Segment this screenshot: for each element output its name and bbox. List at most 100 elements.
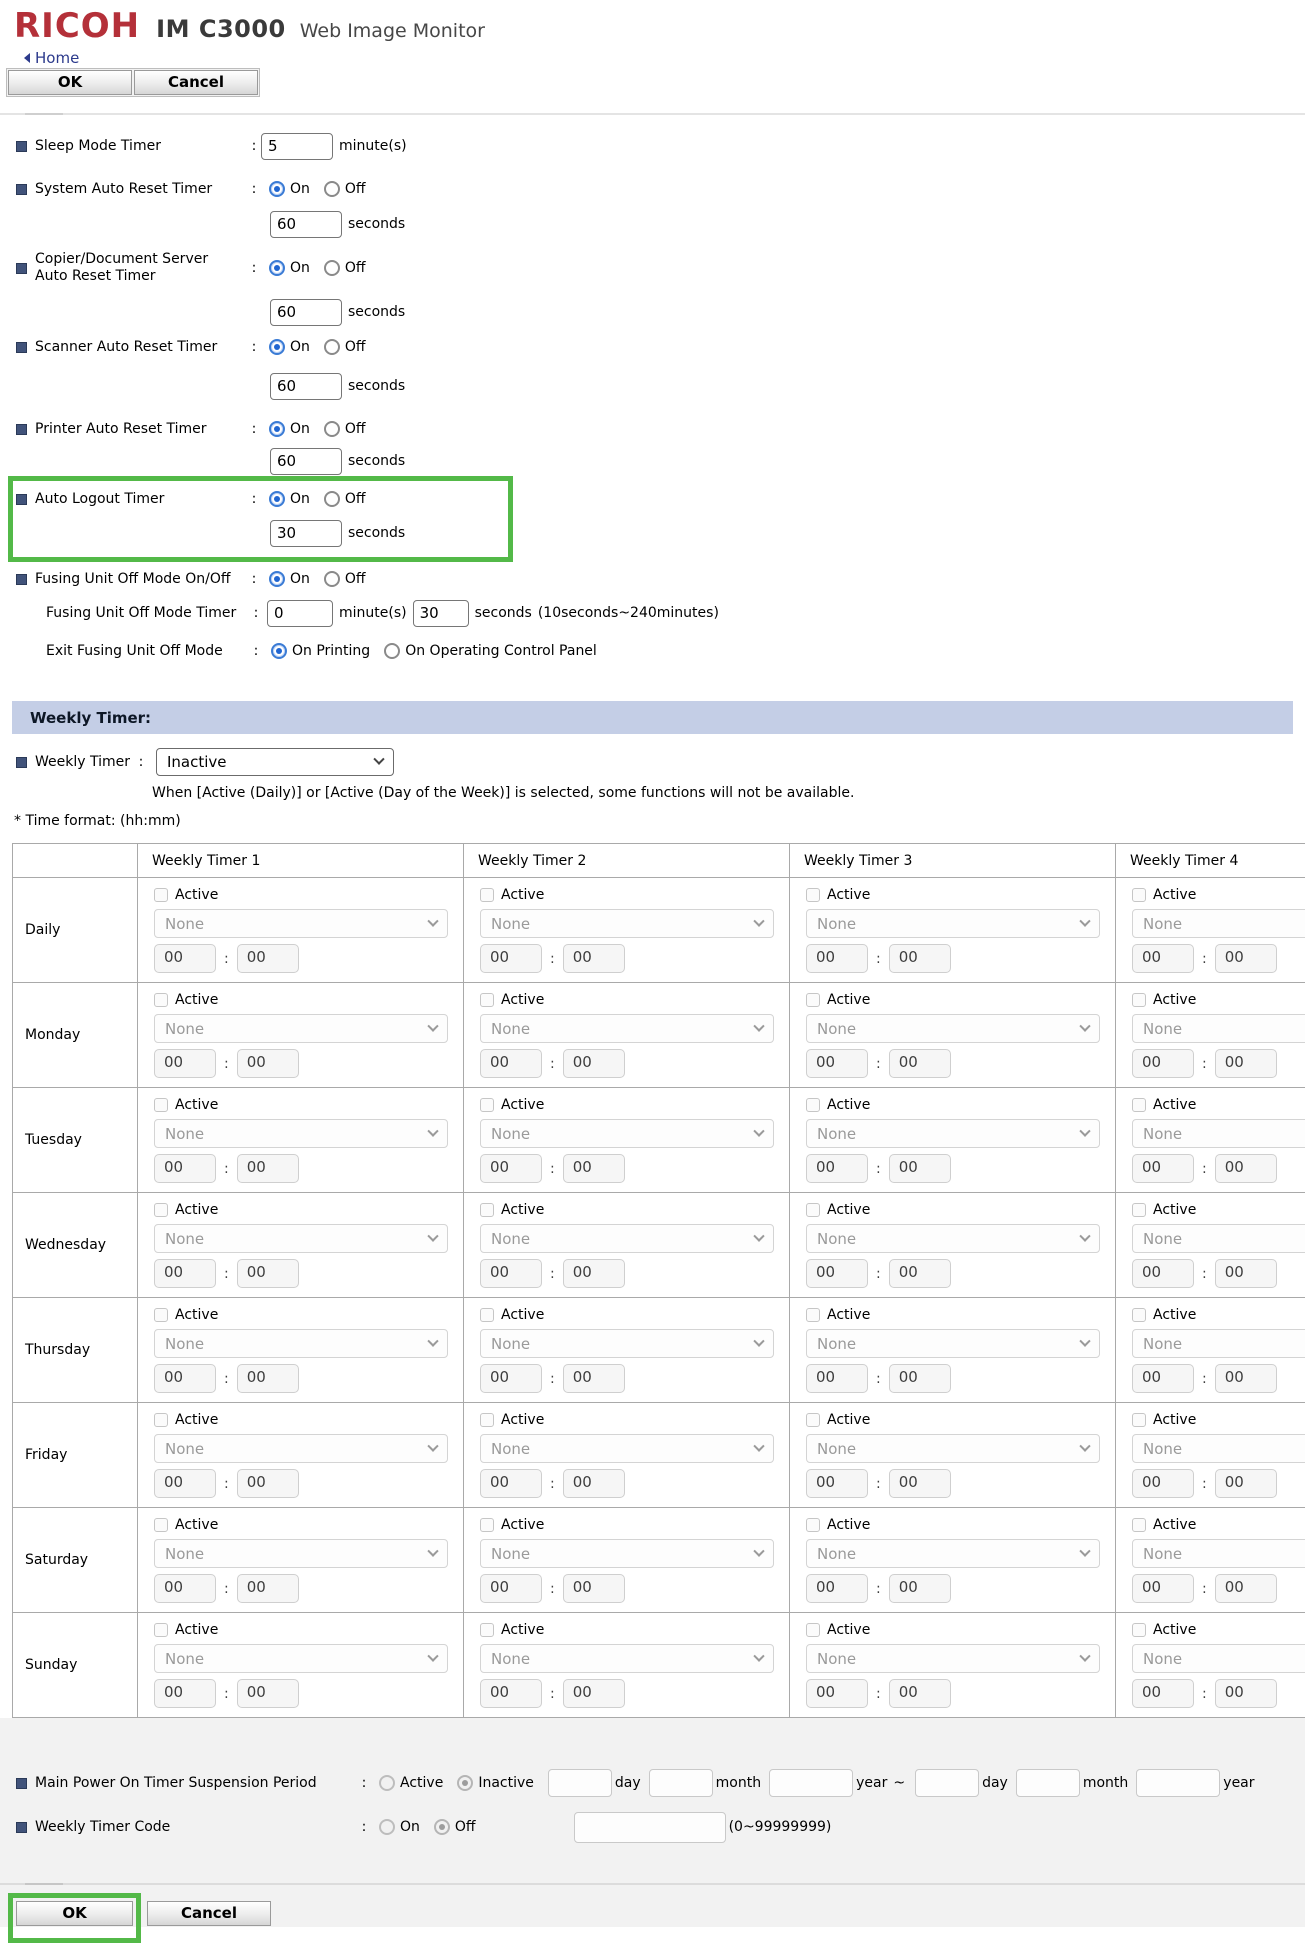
timer-type-select[interactable]: None [806, 1014, 1100, 1043]
hour-input[interactable]: 00 [154, 1574, 216, 1603]
timer-type-select[interactable]: None [154, 1329, 448, 1358]
on-radio[interactable] [269, 181, 285, 197]
minute-input[interactable]: 00 [237, 1154, 299, 1183]
off-radio[interactable] [324, 421, 340, 437]
timer-type-select[interactable]: None [806, 1539, 1100, 1568]
timer-type-select[interactable]: None [806, 1434, 1100, 1463]
minute-input[interactable]: 00 [237, 944, 299, 973]
hour-input[interactable]: 00 [806, 1049, 868, 1078]
minute-input[interactable]: 00 [1215, 1679, 1277, 1708]
active-checkbox[interactable] [480, 993, 494, 1007]
auto-logout-seconds-input[interactable]: 30 [270, 520, 342, 547]
on-radio[interactable] [269, 491, 285, 507]
hour-input[interactable]: 00 [480, 1679, 542, 1708]
timer-type-select[interactable]: None [480, 1644, 774, 1673]
minute-input[interactable]: 00 [563, 1469, 625, 1498]
active-checkbox[interactable] [1132, 1518, 1146, 1532]
on-printing-radio[interactable] [271, 643, 287, 659]
minute-input[interactable]: 00 [889, 1364, 951, 1393]
timer-type-select[interactable]: None [1132, 1014, 1305, 1043]
hour-input[interactable]: 00 [1132, 1679, 1194, 1708]
minute-input[interactable]: 00 [1215, 1154, 1277, 1183]
fusing-minutes-input[interactable]: 0 [267, 600, 333, 627]
active-checkbox[interactable] [806, 1308, 820, 1322]
hour-input[interactable]: 00 [154, 1049, 216, 1078]
active-checkbox[interactable] [1132, 993, 1146, 1007]
on-radio[interactable] [269, 260, 285, 276]
home-link[interactable]: Home [35, 49, 79, 67]
minute-input[interactable]: 00 [889, 944, 951, 973]
active-radio[interactable] [379, 1775, 395, 1791]
active-checkbox[interactable] [154, 1518, 168, 1532]
hour-input[interactable]: 00 [806, 1574, 868, 1603]
active-checkbox[interactable] [480, 888, 494, 902]
minute-input[interactable]: 00 [889, 1574, 951, 1603]
minute-input[interactable]: 00 [237, 1364, 299, 1393]
timer-type-select[interactable]: None [1132, 1644, 1305, 1673]
printer-seconds-input[interactable]: 60 [270, 448, 342, 475]
timer-type-select[interactable]: None [480, 1224, 774, 1253]
copier-seconds-input[interactable]: 60 [270, 299, 342, 326]
hour-input[interactable]: 00 [480, 944, 542, 973]
inactive-radio[interactable] [457, 1775, 473, 1791]
active-checkbox[interactable] [480, 1203, 494, 1217]
off-radio[interactable] [324, 339, 340, 355]
active-checkbox[interactable] [154, 1413, 168, 1427]
hour-input[interactable]: 00 [806, 1259, 868, 1288]
active-checkbox[interactable] [806, 1098, 820, 1112]
minute-input[interactable]: 00 [563, 1259, 625, 1288]
active-checkbox[interactable] [806, 993, 820, 1007]
end-month-input[interactable] [1016, 1769, 1080, 1797]
weekly-timer-select[interactable]: Inactive [156, 748, 394, 776]
active-checkbox[interactable] [480, 1413, 494, 1427]
minute-input[interactable]: 00 [237, 1679, 299, 1708]
active-checkbox[interactable] [480, 1098, 494, 1112]
hour-input[interactable]: 00 [806, 944, 868, 973]
hour-input[interactable]: 00 [154, 1259, 216, 1288]
off-radio[interactable] [324, 181, 340, 197]
minute-input[interactable]: 00 [563, 1364, 625, 1393]
active-checkbox[interactable] [806, 1203, 820, 1217]
hour-input[interactable]: 00 [154, 1679, 216, 1708]
active-checkbox[interactable] [154, 888, 168, 902]
off-radio[interactable] [434, 1819, 450, 1835]
start-month-input[interactable] [649, 1769, 713, 1797]
active-checkbox[interactable] [154, 1623, 168, 1637]
hour-input[interactable]: 00 [154, 944, 216, 973]
end-day-input[interactable] [915, 1769, 979, 1797]
minute-input[interactable]: 00 [563, 1049, 625, 1078]
hour-input[interactable]: 00 [480, 1154, 542, 1183]
timer-type-select[interactable]: None [1132, 1119, 1305, 1148]
active-checkbox[interactable] [1132, 1413, 1146, 1427]
cancel-button-bottom[interactable]: Cancel [147, 1901, 271, 1926]
off-radio[interactable] [324, 260, 340, 276]
fusing-seconds-input[interactable]: 30 [413, 600, 469, 627]
hour-input[interactable]: 00 [480, 1049, 542, 1078]
minute-input[interactable]: 00 [1215, 1469, 1277, 1498]
timer-type-select[interactable]: None [154, 1539, 448, 1568]
hour-input[interactable]: 00 [1132, 1469, 1194, 1498]
active-checkbox[interactable] [806, 888, 820, 902]
on-radio[interactable] [379, 1819, 395, 1835]
minute-input[interactable]: 00 [237, 1574, 299, 1603]
active-checkbox[interactable] [1132, 1098, 1146, 1112]
timer-type-select[interactable]: None [806, 1644, 1100, 1673]
minute-input[interactable]: 00 [889, 1259, 951, 1288]
active-checkbox[interactable] [154, 1308, 168, 1322]
timer-type-select[interactable]: None [480, 1434, 774, 1463]
cancel-button-top[interactable]: Cancel [134, 70, 258, 95]
timer-type-select[interactable]: None [1132, 1434, 1305, 1463]
hour-input[interactable]: 00 [1132, 944, 1194, 973]
active-checkbox[interactable] [1132, 1203, 1146, 1217]
timer-type-select[interactable]: None [480, 909, 774, 938]
hour-input[interactable]: 00 [806, 1154, 868, 1183]
minute-input[interactable]: 00 [563, 944, 625, 973]
hour-input[interactable]: 00 [806, 1469, 868, 1498]
minute-input[interactable]: 00 [1215, 1259, 1277, 1288]
minute-input[interactable]: 00 [1215, 1364, 1277, 1393]
timer-type-select[interactable]: None [154, 909, 448, 938]
hour-input[interactable]: 00 [154, 1364, 216, 1393]
start-day-input[interactable] [548, 1769, 612, 1797]
hour-input[interactable]: 00 [1132, 1049, 1194, 1078]
timer-type-select[interactable]: None [806, 1224, 1100, 1253]
